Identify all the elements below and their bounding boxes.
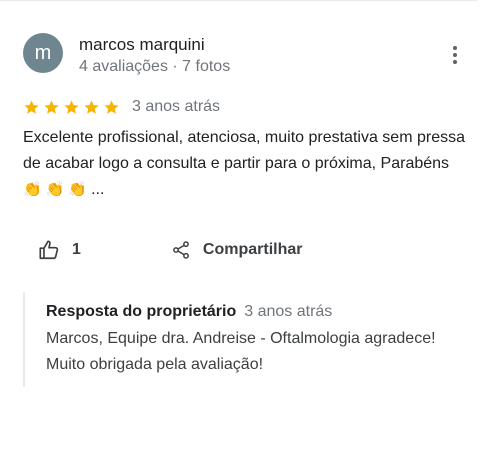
thumb-up-icon [39, 240, 59, 260]
star-rating [23, 99, 120, 116]
avatar-letter: m [34, 41, 52, 64]
owner-response-header: Resposta do proprietário 3 anos atrás [46, 302, 332, 322]
star-icon [64, 99, 79, 114]
like-count: 1 [72, 241, 81, 258]
share-icon [172, 241, 189, 259]
rating-row: 3 anos atrás [23, 96, 220, 118]
owner-response-date: 3 anos atrás [244, 303, 333, 320]
review-actions: 1 Compartilhar [38, 237, 302, 263]
clapping-hands-icon: 👏 [23, 181, 42, 198]
star-icon [84, 99, 99, 114]
star-icon [104, 99, 119, 114]
author-name[interactable]: marcos marquini [79, 35, 205, 55]
owner-response-title: Resposta do proprietário [46, 303, 237, 320]
star-icon [24, 99, 39, 114]
owner-response-text: Marcos, Equipe dra. Andreise - Oftalmolo… [46, 330, 436, 373]
review-date: 3 anos atrás [132, 98, 221, 115]
share-label: Compartilhar [202, 241, 303, 258]
more-vert-icon[interactable] [444, 41, 466, 69]
share-button[interactable]: Compartilhar [171, 240, 303, 260]
owner-response: Resposta do proprietário 3 anos atrás Mar… [23, 292, 475, 387]
clapping-hands-icon: 👏 [68, 181, 88, 198]
star-icon [44, 99, 59, 114]
like-button[interactable]: 1 [38, 239, 81, 261]
review-text: Excelente profissional, atenciosa, muito… [23, 125, 473, 203]
avatar[interactable]: m [23, 33, 63, 73]
read-more-ellipsis[interactable]: ... [91, 181, 104, 198]
review-body: Excelente profissional, atenciosa, muito… [23, 129, 465, 172]
author-meta[interactable]: 4 avaliações · 7 fotos [79, 57, 230, 76]
review-card: m marcos marquini 4 avaliações · 7 fotos… [0, 0, 480, 449]
clapping-hands-icon: 👏 [45, 181, 65, 198]
